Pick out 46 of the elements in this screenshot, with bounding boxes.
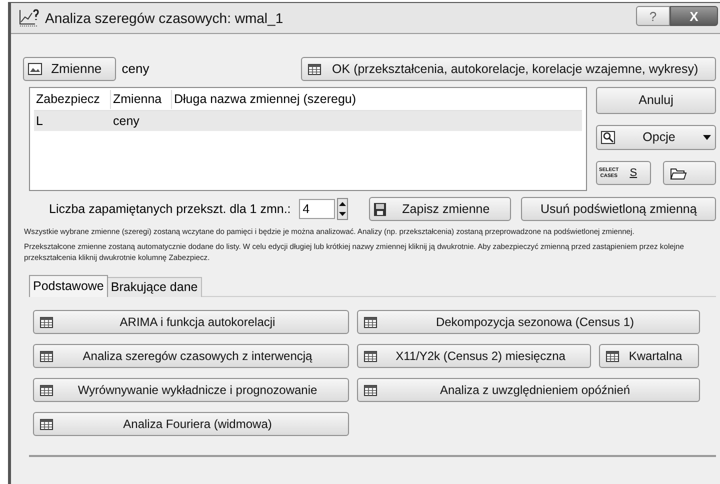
table-row[interactable]: L ceny (34, 111, 582, 131)
cancel-button[interactable]: Anuluj (596, 87, 716, 114)
close-button[interactable]: X (670, 6, 718, 26)
up-arrow-icon (338, 202, 346, 206)
selected-variable: ceny (122, 60, 150, 78)
memory-label: Liczba zapamiętanych przekszt. dla 1 zmn.: (49, 200, 292, 218)
variables-button[interactable]: Zmienne (23, 57, 116, 81)
analysis-button[interactable]: Kwartalna (599, 344, 699, 368)
remove-variable-button[interactable]: Usuń podświetloną zmienną (521, 197, 716, 221)
analysis-button[interactable]: Analiza Fouriera (widmowa) (33, 412, 349, 436)
options-button[interactable]: Opcje (596, 125, 716, 150)
spreadsheet-icon (364, 316, 377, 328)
picture-frame-icon (28, 63, 42, 75)
chart-icon (19, 9, 41, 27)
table-cell-text: ceny (112, 112, 140, 130)
count-field[interactable]: 4 (298, 199, 335, 219)
spreadsheet-icon (606, 350, 619, 362)
table-cell-text: L (35, 112, 44, 130)
down-arrow-icon (338, 212, 346, 216)
spreadsheet-icon (364, 350, 377, 362)
spreadsheet-icon (40, 316, 53, 328)
analysis-button[interactable]: Analiza z uwzględnieniem opóźnień (357, 378, 700, 402)
folder-icon (670, 166, 687, 180)
spinner[interactable] (336, 198, 348, 220)
folder-button[interactable] (663, 161, 716, 185)
spreadsheet-icon (40, 384, 53, 396)
save-variables-button[interactable]: Zapisz zmienne (368, 197, 512, 221)
ok-button[interactable]: OK (przekształcenia, autokorelacje, korelacje wzajemne, wykresy) (301, 57, 716, 81)
magnifier-icon (601, 131, 615, 144)
tab[interactable]: Podstawowe (29, 275, 108, 297)
analysis-button[interactable]: ARIMA i funkcja autokorelacji (33, 310, 349, 334)
column-header[interactable]: Zmienna (111, 90, 172, 109)
help-button[interactable]: ? (636, 6, 670, 26)
spreadsheet-icon (308, 64, 322, 74)
analysis-button[interactable]: Dekompozycja sezonowa (Census 1) (357, 310, 700, 334)
spreadsheet-icon (40, 350, 53, 362)
spreadsheet-icon (40, 418, 53, 430)
dropdown-arrow-icon (703, 135, 711, 140)
window-title: Analiza szeregów czasowych: wmal_1 (45, 8, 284, 28)
analysis-button[interactable]: X11/Y2k (Census 2) miesięczna (357, 344, 591, 368)
spreadsheet-icon (364, 384, 377, 396)
tab[interactable]: Brakujące dane (108, 277, 202, 297)
column-header[interactable]: Długa nazwa zmiennej (szeregu) (172, 90, 358, 109)
analysis-button[interactable]: Analiza szeregów czasowych z interwencją (33, 344, 349, 368)
analysis-button[interactable]: Wyrównywanie wykładnicze i prognozowanie (33, 378, 349, 402)
column-header[interactable]: Zabezpiecz (34, 90, 111, 109)
